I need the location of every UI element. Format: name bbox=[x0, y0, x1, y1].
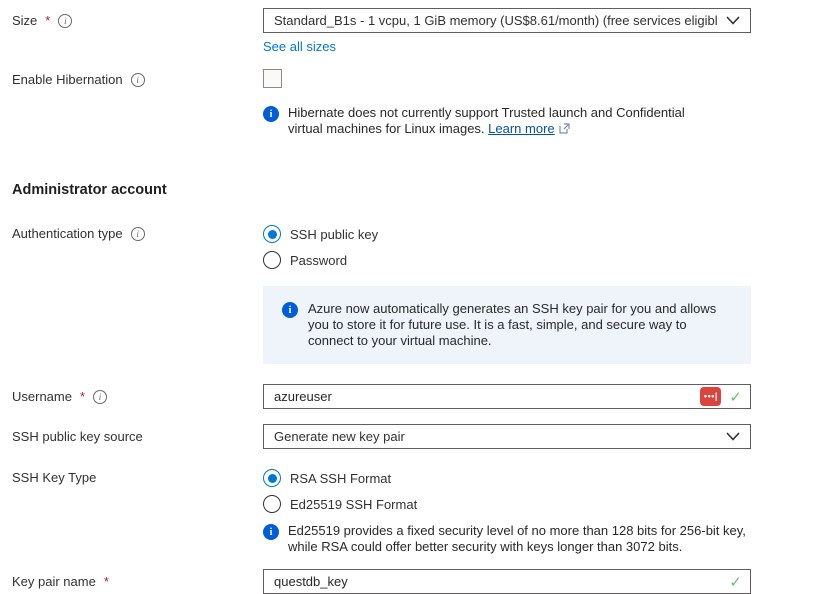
learn-more-link[interactable]: Learn more bbox=[488, 121, 554, 136]
hibernation-label: Enable Hibernation i bbox=[12, 67, 263, 87]
key-source-label-text: SSH public key source bbox=[12, 429, 143, 444]
ssh-infobox: i Azure now automatically generates an S… bbox=[263, 286, 751, 364]
username-input[interactable] bbox=[274, 385, 700, 408]
valid-check-icon: ✓ bbox=[729, 388, 742, 406]
password-manager-icon[interactable]: •••| bbox=[700, 387, 721, 406]
radio-rsa-label: RSA SSH Format bbox=[290, 471, 391, 486]
radio-ssh-public-key[interactable]: SSH public key bbox=[263, 221, 751, 247]
administrator-account-heading: Administrator account bbox=[12, 182, 833, 198]
info-filled-icon: i bbox=[263, 106, 279, 122]
valid-check-icon: ✓ bbox=[729, 573, 742, 591]
size-row: Size * i Standard_B1s - 1 vcpu, 1 GiB mem… bbox=[12, 8, 833, 54]
info-icon[interactable]: i bbox=[93, 390, 107, 404]
key-type-label: SSH Key Type bbox=[12, 465, 263, 485]
key-type-row: SSH Key Type RSA SSH Format Ed25519 SSH … bbox=[12, 465, 833, 555]
radio-ssh-public-key-label: SSH public key bbox=[290, 227, 378, 242]
info-icon[interactable]: i bbox=[131, 73, 145, 87]
username-label: Username * i bbox=[12, 384, 263, 404]
username-row: Username * i •••| ✓ bbox=[12, 384, 833, 409]
radio-rsa-ssh-format[interactable]: RSA SSH Format bbox=[263, 465, 751, 491]
username-label-text: Username bbox=[12, 389, 72, 404]
hibernate-note-row: i Hibernate does not currently support T… bbox=[12, 105, 833, 138]
radio-selected-icon bbox=[263, 469, 281, 487]
required-asterisk: * bbox=[104, 574, 109, 589]
size-dropdown[interactable]: Standard_B1s - 1 vcpu, 1 GiB memory (US$… bbox=[263, 8, 751, 33]
hibernate-note-body: Hibernate does not currently support Tru… bbox=[288, 105, 685, 136]
key-source-label: SSH public key source bbox=[12, 424, 263, 444]
ssh-infobox-text: Azure now automatically generates an SSH… bbox=[308, 301, 735, 349]
authentication-type-label: Authentication type i bbox=[12, 221, 263, 241]
hibernation-checkbox[interactable] bbox=[263, 69, 282, 88]
radio-ed25519-label: Ed25519 SSH Format bbox=[290, 497, 417, 512]
ed25519-note-text: Ed25519 provides a fixed security level … bbox=[288, 523, 750, 555]
ed25519-note: i Ed25519 provides a fixed security leve… bbox=[263, 523, 751, 555]
info-icon[interactable]: i bbox=[58, 14, 72, 28]
required-asterisk: * bbox=[45, 13, 50, 28]
radio-password[interactable]: Password bbox=[263, 247, 751, 273]
keypair-row: Key pair name * ✓ bbox=[12, 569, 833, 594]
hibernation-row: Enable Hibernation i bbox=[12, 67, 833, 88]
radio-password-label: Password bbox=[290, 253, 347, 268]
size-label: Size * i bbox=[12, 8, 263, 28]
info-filled-icon: i bbox=[282, 302, 298, 318]
hibernation-label-text: Enable Hibernation bbox=[12, 72, 123, 87]
radio-selected-icon bbox=[263, 225, 281, 243]
info-icon[interactable]: i bbox=[131, 227, 145, 241]
keypair-label-text: Key pair name bbox=[12, 574, 96, 589]
chevron-down-icon bbox=[726, 432, 740, 441]
key-type-label-text: SSH Key Type bbox=[12, 470, 96, 485]
authentication-type-row: Authentication type i SSH public key Pas… bbox=[12, 221, 833, 273]
hibernate-note: i Hibernate does not currently support T… bbox=[263, 105, 751, 138]
see-all-sizes-link[interactable]: See all sizes bbox=[263, 39, 336, 54]
required-asterisk: * bbox=[80, 389, 85, 404]
radio-unselected-icon bbox=[263, 495, 281, 513]
radio-unselected-icon bbox=[263, 251, 281, 269]
size-dropdown-value: Standard_B1s - 1 vcpu, 1 GiB memory (US$… bbox=[274, 13, 718, 28]
key-source-dropdown[interactable]: Generate new key pair bbox=[263, 424, 751, 449]
key-source-row: SSH public key source Generate new key p… bbox=[12, 424, 833, 449]
info-filled-icon: i bbox=[263, 524, 279, 540]
radio-ed25519-ssh-format[interactable]: Ed25519 SSH Format bbox=[263, 491, 751, 517]
keypair-label: Key pair name * bbox=[12, 569, 263, 589]
size-label-text: Size bbox=[12, 13, 37, 28]
keypair-name-input[interactable] bbox=[274, 570, 721, 593]
hibernate-note-text: Hibernate does not currently support Tru… bbox=[288, 105, 702, 138]
vm-create-form: Size * i Standard_B1s - 1 vcpu, 1 GiB mem… bbox=[0, 0, 833, 594]
username-field-wrapper: •••| ✓ bbox=[263, 384, 751, 409]
key-source-dropdown-value: Generate new key pair bbox=[274, 429, 718, 444]
chevron-down-icon bbox=[726, 16, 740, 25]
external-link-icon bbox=[559, 122, 570, 138]
ssh-infobox-row: i Azure now automatically generates an S… bbox=[12, 286, 833, 364]
keypair-field-wrapper: ✓ bbox=[263, 569, 751, 594]
authentication-type-label-text: Authentication type bbox=[12, 226, 123, 241]
